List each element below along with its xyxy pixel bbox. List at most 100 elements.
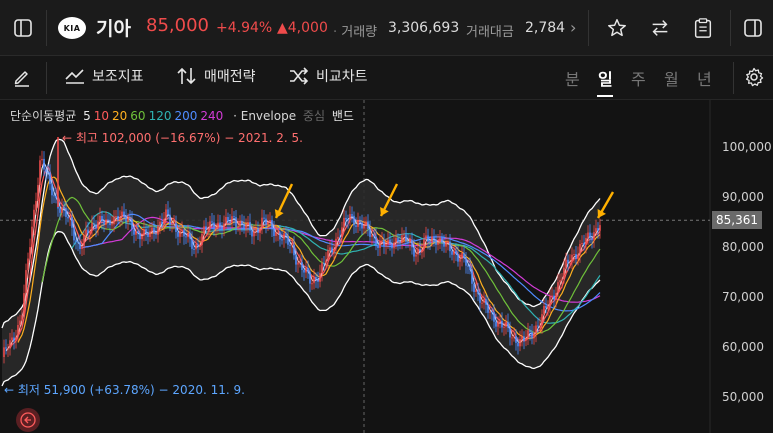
candle-body xyxy=(131,218,133,230)
compare-chart-button[interactable]: 비교차트 xyxy=(288,66,368,86)
candle-body xyxy=(7,348,9,350)
candle-body xyxy=(549,296,551,306)
candle-body xyxy=(301,262,303,270)
candle-body xyxy=(179,230,181,237)
candle-body xyxy=(249,222,251,231)
high-price-label: ← 최고 102,000 (−16.67%) − 2021. 2. 5. xyxy=(62,131,303,145)
candle-body xyxy=(299,262,301,264)
candle-body xyxy=(553,295,555,300)
candle-body xyxy=(253,230,255,237)
candle-body xyxy=(115,216,117,218)
candle-body xyxy=(55,196,57,199)
indicator-legend[interactable]: 단순이동평균 5 10 20 60 120 200 240 · Envelope 중심 밴드 xyxy=(10,107,357,124)
candle-body xyxy=(63,207,65,209)
candle-body xyxy=(529,330,531,332)
candle-body xyxy=(373,235,375,237)
candle-body xyxy=(35,200,37,210)
candle-body xyxy=(429,241,431,243)
volume-value: 3,306,693 xyxy=(388,20,460,36)
period-month-tab[interactable]: 월 xyxy=(664,66,679,90)
candle-body xyxy=(327,250,329,261)
period-minute-tab[interactable]: 분 xyxy=(565,66,580,90)
candle-body xyxy=(391,243,393,249)
candle-body xyxy=(343,217,345,228)
candle-body xyxy=(541,314,543,326)
candle-body xyxy=(487,304,489,313)
candle-body xyxy=(443,242,445,247)
trade-strategy-button[interactable]: 매매전략 xyxy=(176,66,256,86)
arrow-left-icon xyxy=(20,412,36,428)
candle-body xyxy=(331,247,333,253)
order-button[interactable] xyxy=(680,0,726,56)
candle-body xyxy=(23,293,25,316)
candle-body xyxy=(235,217,237,227)
candle-body xyxy=(259,228,261,233)
change-amount: ▲4,000 xyxy=(277,20,328,36)
candle-body xyxy=(421,249,423,251)
secondary-indicator-button[interactable]: 보조지표 xyxy=(64,66,144,86)
candle-body xyxy=(291,244,293,246)
candle-body xyxy=(25,270,27,294)
candle-body xyxy=(295,255,297,265)
period-week-tab[interactable]: 주 xyxy=(631,66,646,90)
candle-body xyxy=(159,221,161,226)
candle-body xyxy=(133,229,135,235)
envelope-band-fill xyxy=(2,139,600,386)
candle-body xyxy=(201,233,203,246)
draw-tool-button[interactable] xyxy=(12,67,32,87)
ma-period-200: 200 xyxy=(174,109,198,123)
candle-body xyxy=(41,158,43,161)
candle-body xyxy=(333,248,335,253)
candle-body xyxy=(493,312,495,322)
candle-body xyxy=(525,338,527,341)
candle-body xyxy=(581,242,583,245)
candle-body xyxy=(441,237,443,243)
candle-body xyxy=(513,335,515,338)
candle-body xyxy=(287,235,289,245)
y-tick-label: 100,000 xyxy=(722,140,772,154)
candle-body xyxy=(439,237,441,243)
gear-icon xyxy=(745,67,764,87)
chevron-right-icon[interactable]: › xyxy=(570,18,576,37)
panel-right-toggle-button[interactable] xyxy=(733,0,773,56)
candle-body xyxy=(61,207,63,213)
candle-body xyxy=(449,241,451,252)
candle-body xyxy=(239,220,241,227)
candle-body xyxy=(565,259,567,268)
candle-body xyxy=(459,258,461,262)
favorite-button[interactable] xyxy=(594,0,640,56)
candle-body xyxy=(433,236,435,240)
candle-body xyxy=(369,228,371,237)
chart-settings-button[interactable] xyxy=(744,67,764,87)
candle-body xyxy=(537,325,539,327)
period-day-tab[interactable]: 일 xyxy=(598,66,613,90)
candle-body xyxy=(213,222,215,229)
stock-name[interactable]: 기아 xyxy=(96,14,131,41)
candle-body xyxy=(465,258,467,266)
candle-body xyxy=(271,220,273,229)
candle-body xyxy=(49,172,51,185)
envelope-band-label: 밴드 xyxy=(331,109,354,123)
candle-body xyxy=(409,239,411,243)
candle-body xyxy=(103,221,105,225)
candle-body xyxy=(533,333,535,339)
candle-body xyxy=(223,223,225,230)
candle-body xyxy=(405,234,407,242)
period-year-tab[interactable]: 년 xyxy=(697,66,712,90)
candle-body xyxy=(243,224,245,230)
candle-body xyxy=(455,250,457,254)
current-price: 85,000 xyxy=(146,15,209,36)
sidebar-toggle-button[interactable] xyxy=(0,0,46,56)
candle-body xyxy=(13,337,15,342)
candle-body xyxy=(5,347,7,349)
candle-body xyxy=(9,340,11,349)
candle-body xyxy=(367,221,369,229)
candle-body xyxy=(539,325,541,327)
candle-body xyxy=(323,263,325,265)
scroll-back-button[interactable] xyxy=(16,408,40,432)
candle-body xyxy=(45,169,47,172)
candle-body xyxy=(97,221,99,229)
switch-button[interactable] xyxy=(637,0,683,56)
candle-body xyxy=(425,235,427,240)
swap-arrows-icon xyxy=(652,20,668,36)
